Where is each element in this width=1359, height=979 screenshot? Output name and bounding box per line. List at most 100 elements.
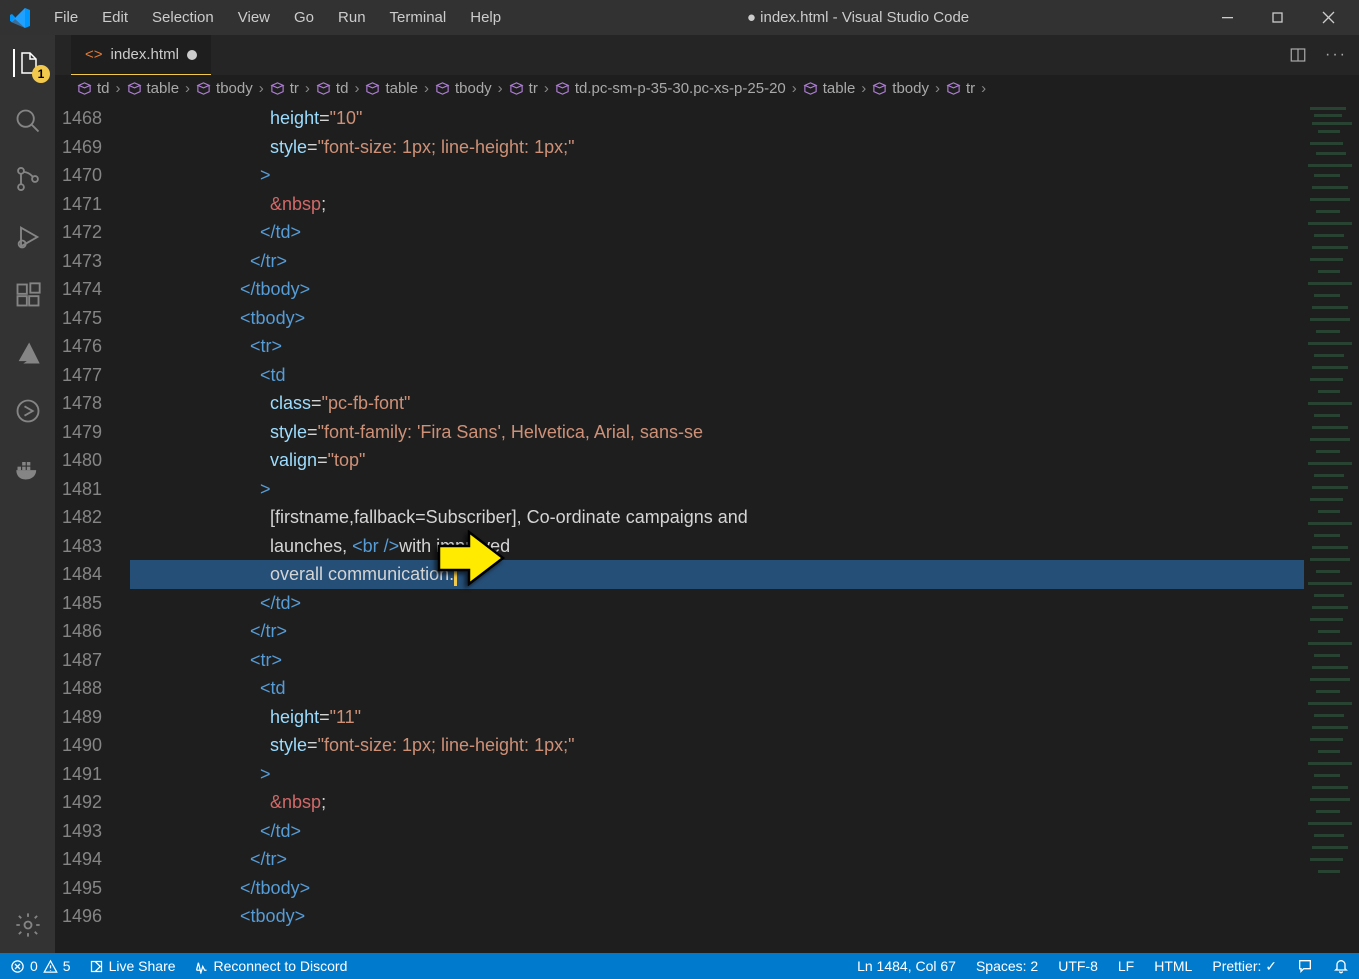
code-line[interactable]: </tbody>: [130, 275, 1304, 304]
liveshare-icon[interactable]: [14, 397, 42, 425]
breadcrumb-item[interactable]: tbody: [872, 80, 929, 97]
code-line[interactable]: </td>: [130, 589, 1304, 618]
breadcrumb-item[interactable]: table: [365, 80, 418, 97]
extensions-icon[interactable]: [14, 281, 42, 309]
split-editor-icon[interactable]: [1289, 46, 1307, 64]
line-number: 1487: [55, 646, 102, 675]
code-line[interactable]: <tr>: [130, 332, 1304, 361]
code-body[interactable]: height="10" style="font-size: 1px; line-…: [130, 102, 1304, 953]
menu-terminal[interactable]: Terminal: [380, 5, 457, 30]
status-spaces[interactable]: Spaces: 2: [976, 958, 1038, 974]
code-line[interactable]: launches, <br />with improved: [130, 532, 1304, 561]
line-number: 1475: [55, 304, 102, 333]
breadcrumb-item[interactable]: tbody: [435, 80, 492, 97]
code-line[interactable]: style="font-size: 1px; line-height: 1px;…: [130, 133, 1304, 162]
tab-bar: <> index.html ···: [55, 35, 1359, 75]
menu-run[interactable]: Run: [328, 5, 376, 30]
menu-view[interactable]: View: [228, 5, 280, 30]
code-editor[interactable]: 1468146914701471147214731474147514761477…: [55, 102, 1359, 953]
minimize-button[interactable]: [1205, 0, 1251, 35]
code-line[interactable]: style="font-size: 1px; line-height: 1px;…: [130, 731, 1304, 760]
breadcrumb-item[interactable]: tr: [270, 80, 299, 97]
status-bell-icon[interactable]: [1333, 958, 1349, 974]
breadcrumb-item[interactable]: td: [316, 80, 349, 97]
close-button[interactable]: [1305, 0, 1351, 35]
code-line[interactable]: [firstname,fallback=Subscriber], Co-ordi…: [130, 503, 1304, 532]
breadcrumb-item[interactable]: table: [127, 80, 180, 97]
vscode-logo-icon: [8, 6, 32, 30]
code-line[interactable]: class="pc-fb-font": [130, 389, 1304, 418]
status-eol[interactable]: LF: [1118, 958, 1134, 974]
menu-selection[interactable]: Selection: [142, 5, 224, 30]
code-line[interactable]: >: [130, 475, 1304, 504]
breadcrumb-separator-icon: ›: [935, 80, 940, 97]
line-number: 1478: [55, 389, 102, 418]
menu-file[interactable]: File: [44, 5, 88, 30]
run-debug-icon[interactable]: [14, 223, 42, 251]
status-bar: 0 5 Live Share Reconnect to Discord Ln 1…: [0, 953, 1359, 979]
code-line[interactable]: overall communication.: [130, 560, 1304, 589]
source-control-icon[interactable]: [14, 165, 42, 193]
code-line[interactable]: <td: [130, 361, 1304, 390]
line-number: 1496: [55, 902, 102, 931]
minimap[interactable]: [1304, 102, 1359, 953]
breadcrumb-item[interactable]: tbody: [196, 80, 253, 97]
code-line[interactable]: valign="top": [130, 446, 1304, 475]
line-number: 1480: [55, 446, 102, 475]
tab-label: index.html: [111, 46, 179, 63]
code-line[interactable]: style="font-family: 'Fira Sans', Helveti…: [130, 418, 1304, 447]
search-icon[interactable]: [14, 107, 42, 135]
code-line[interactable]: <tr>: [130, 646, 1304, 675]
status-language[interactable]: HTML: [1154, 958, 1192, 974]
code-line[interactable]: </tr>: [130, 247, 1304, 276]
settings-gear-icon[interactable]: [14, 911, 42, 939]
code-line[interactable]: </tr>: [130, 845, 1304, 874]
status-prettier[interactable]: Prettier: ✓: [1212, 958, 1277, 975]
breadcrumb-bar[interactable]: td›table›tbody›tr›td›table›tbody›tr›td.p…: [55, 75, 1359, 102]
breadcrumb-item[interactable]: td.pc-sm-p-35-30.pc-xs-p-25-20: [555, 80, 786, 97]
code-line[interactable]: >: [130, 161, 1304, 190]
window-controls: [1205, 0, 1351, 35]
code-line[interactable]: height="10": [130, 104, 1304, 133]
line-number: 1471: [55, 190, 102, 219]
menu-help[interactable]: Help: [460, 5, 511, 30]
line-number: 1468: [55, 104, 102, 133]
status-cursor-pos[interactable]: Ln 1484, Col 67: [857, 958, 956, 974]
code-line[interactable]: </td>: [130, 218, 1304, 247]
breadcrumb-item[interactable]: td: [77, 80, 110, 97]
menu-edit[interactable]: Edit: [92, 5, 138, 30]
code-line[interactable]: &nbsp;: [130, 190, 1304, 219]
code-line[interactable]: &nbsp;: [130, 788, 1304, 817]
breadcrumb-separator-icon: ›: [498, 80, 503, 97]
code-line[interactable]: </tr>: [130, 617, 1304, 646]
maximize-button[interactable]: [1255, 0, 1301, 35]
status-problems[interactable]: 0 5: [10, 958, 71, 974]
line-number: 1469: [55, 133, 102, 162]
code-line[interactable]: <td: [130, 674, 1304, 703]
minimap-content: [1304, 102, 1359, 922]
status-encoding[interactable]: UTF-8: [1058, 958, 1098, 974]
explorer-badge: 1: [32, 65, 50, 83]
breadcrumb-separator-icon: ›: [544, 80, 549, 97]
azure-icon[interactable]: [14, 339, 42, 367]
code-line[interactable]: height="11": [130, 703, 1304, 732]
tab-index-html[interactable]: <> index.html: [71, 35, 211, 75]
line-number: 1470: [55, 161, 102, 190]
menu-go[interactable]: Go: [284, 5, 324, 30]
status-feedback-icon[interactable]: [1297, 958, 1313, 974]
status-discord[interactable]: Reconnect to Discord: [194, 958, 348, 974]
code-line[interactable]: >: [130, 760, 1304, 789]
code-line[interactable]: <tbody>: [130, 304, 1304, 333]
breadcrumb-separator-icon: ›: [305, 80, 310, 97]
line-number: 1490: [55, 731, 102, 760]
code-line[interactable]: </td>: [130, 817, 1304, 846]
docker-icon[interactable]: [14, 455, 42, 483]
code-line[interactable]: </tbody>: [130, 874, 1304, 903]
code-line[interactable]: <tbody>: [130, 902, 1304, 931]
breadcrumb-separator-icon: ›: [259, 80, 264, 97]
breadcrumb-item[interactable]: tr: [509, 80, 538, 97]
status-live-share[interactable]: Live Share: [89, 958, 176, 974]
more-actions-icon[interactable]: ···: [1325, 46, 1347, 64]
breadcrumb-item[interactable]: tr: [946, 80, 975, 97]
breadcrumb-item[interactable]: table: [803, 80, 856, 97]
